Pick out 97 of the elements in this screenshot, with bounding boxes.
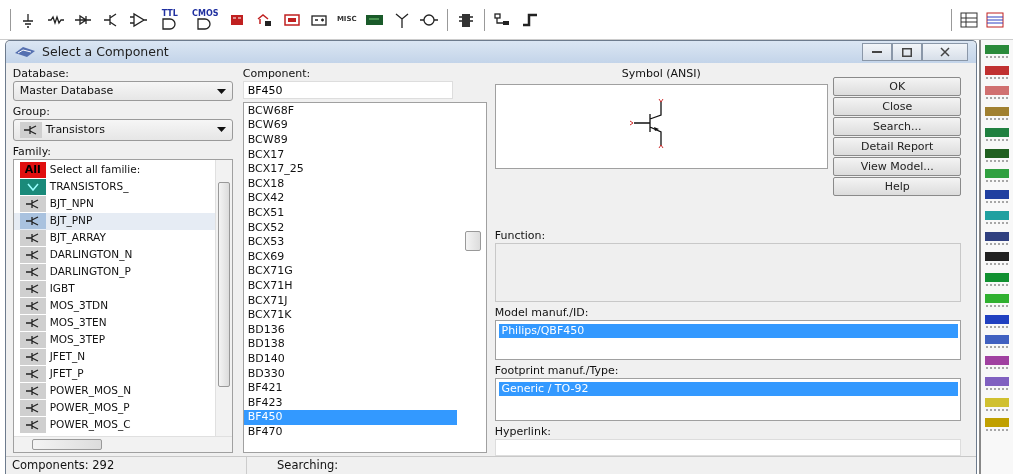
close-icon [940, 47, 950, 58]
family-item[interactable]: BJT_PNP [13, 212, 215, 230]
maximize-button[interactable] [892, 43, 922, 62]
field-label: Database: [12, 66, 70, 82]
dialog-button[interactable]: OK [833, 77, 962, 97]
transistor-symbol-icon [24, 198, 41, 211]
horizontal-scrollbar[interactable] [13, 436, 232, 452]
component-item[interactable]: BCW89 [243, 133, 457, 148]
family-item[interactable]: POWER_MOS_C [13, 416, 215, 434]
transistor-symbol-icon [24, 334, 41, 347]
field-label: Model manuf./ID: [494, 305, 590, 321]
family-item[interactable]: MOS_3TEP [13, 331, 215, 349]
transistor-symbol-icon [24, 402, 41, 415]
component-item[interactable]: BCX42 [243, 191, 457, 206]
transistor-symbol-icon [24, 385, 41, 398]
transistor-symbol-icon [24, 368, 41, 381]
component-item[interactable]: BCX71K [243, 308, 457, 323]
component-item[interactable]: BCX71H [243, 278, 457, 294]
instrument-icon[interactable] [984, 188, 1010, 206]
instrument-icon[interactable] [984, 229, 1010, 248]
virtual-component-icon [25, 182, 40, 193]
window-title: Select a Component [42, 42, 169, 61]
instrument-icon[interactable] [984, 146, 1010, 165]
dialog-button[interactable]: Close [833, 97, 962, 117]
component-item[interactable]: BD330 [243, 366, 457, 382]
family-item[interactable]: JFET_P [13, 365, 215, 383]
opamp-icon[interactable] [129, 10, 148, 29]
maximize-icon [902, 47, 912, 57]
all-families-icon: All [19, 162, 46, 179]
field-label: Footprint manuf./Type: [494, 362, 620, 378]
component-item[interactable]: BCX17 [243, 147, 457, 163]
component-item[interactable]: BF423 [243, 395, 457, 411]
component-item[interactable]: BF421 [243, 381, 457, 396]
transistor-icon [22, 123, 39, 136]
family-item[interactable]: POWER_MOS_N [13, 382, 215, 400]
dialog-button[interactable]: Detail Report [833, 137, 962, 157]
transistor-symbol-icon [24, 266, 41, 279]
lines-icon[interactable] [984, 9, 1005, 30]
component-item[interactable]: BCX53 [243, 235, 457, 250]
dialog-button[interactable]: Help [833, 177, 962, 197]
component-item[interactable]: BCX52 [243, 220, 457, 236]
field-label: Hyperlink: [494, 423, 552, 439]
app-icon [14, 45, 36, 60]
instrument-icon[interactable] [984, 312, 1010, 331]
component-item[interactable]: BD140 [243, 351, 457, 367]
component-item[interactable]: BCX51 [243, 205, 457, 221]
field-label: Family: [12, 143, 53, 159]
field-label: Component: [242, 66, 312, 82]
dropdown-caret-icon [216, 88, 226, 94]
component-item[interactable]: BCX71G [243, 264, 457, 279]
transistor-symbol-icon [24, 283, 41, 296]
hyperlink-field[interactable] [494, 438, 962, 456]
transistor-symbol-icon [24, 300, 41, 313]
family-item[interactable]: BJT_NPN [13, 195, 215, 213]
family-item[interactable]: TRANSISTORS_ [13, 178, 215, 196]
minimize-button[interactable] [862, 43, 892, 62]
transistor-symbol-drawing [629, 98, 664, 149]
family-item[interactable]: DARLINGTON_N [13, 246, 215, 264]
family-item[interactable]: IGBT [13, 280, 215, 298]
transistor-symbol-icon [24, 215, 41, 228]
minimize-icon [872, 51, 882, 54]
family-item[interactable]: All Select all familie: [13, 161, 215, 179]
component-item[interactable]: BCX69 [243, 249, 457, 265]
component-item[interactable]: BD138 [243, 337, 457, 352]
transistor-symbol-icon [24, 317, 41, 330]
family-item[interactable]: MOS_3TEN [13, 314, 215, 332]
field-label: Group: [12, 103, 51, 119]
transistor-symbol-icon [24, 249, 41, 262]
family-item[interactable]: JFET_N [13, 348, 215, 366]
dialog-button[interactable]: Search... [833, 117, 962, 137]
component-item[interactable]: BCX71J [243, 293, 457, 309]
family-item[interactable]: MOS_3TDN [13, 297, 215, 315]
field-label: Function: [494, 228, 547, 244]
symbol-label: Symbol (ANSI) [620, 66, 702, 82]
status-text: Searching: [246, 456, 339, 474]
component-item[interactable]: BCW69 [243, 118, 457, 133]
family-item[interactable]: POWER_MOS_P [13, 399, 215, 417]
group-dropdown[interactable]: Transistors [12, 118, 233, 141]
component-item[interactable]: BCW68F [243, 103, 457, 119]
family-item[interactable]: BJT_ARRAY [13, 229, 215, 247]
dialog-button[interactable]: View Model... [833, 157, 962, 177]
dropdown-caret-icon [216, 127, 226, 133]
status-text: Components: 292 [11, 456, 116, 474]
logic-gate-button[interactable]: CMOS [190, 6, 221, 33]
grid-icon[interactable] [958, 9, 979, 30]
component-item[interactable]: BF470 [243, 424, 457, 440]
vertical-scrollbar[interactable] [214, 159, 232, 436]
component-item[interactable]: BCX18 [243, 176, 457, 192]
transistor-symbol-icon [24, 351, 41, 364]
transistor-symbol-icon [24, 232, 41, 245]
component-item[interactable]: BCX17_25 [243, 162, 457, 177]
family-item[interactable]: DARLINGTON_P [13, 263, 215, 281]
database-dropdown[interactable]: Master Database [12, 81, 233, 102]
component-item[interactable]: BD136 [243, 322, 457, 338]
component-field[interactable]: BF450 [242, 81, 453, 100]
logic-gate-button[interactable]: TTL [154, 6, 185, 33]
transistor-symbol-icon [24, 419, 41, 432]
